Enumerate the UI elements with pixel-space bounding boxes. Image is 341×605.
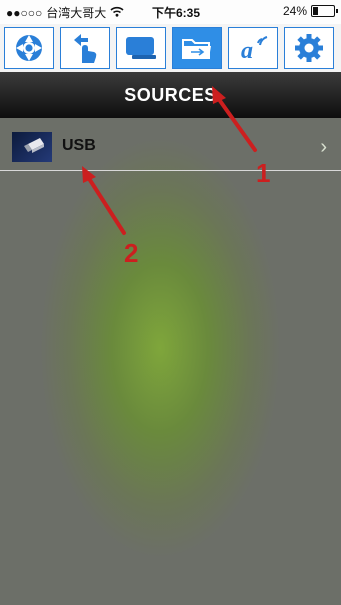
tab-sources[interactable] bbox=[172, 27, 222, 69]
sources-list: USB › bbox=[0, 118, 341, 605]
svg-text:a: a bbox=[241, 38, 253, 63]
source-label: USB bbox=[62, 137, 96, 154]
status-bar: ●●○○○ 台湾大哥大 下午6:35 24% bbox=[0, 0, 341, 24]
folder-usb-icon bbox=[182, 39, 211, 59]
tab-lifebuoy[interactable] bbox=[4, 27, 54, 69]
usb-thumbnail-icon bbox=[12, 132, 52, 162]
battery-percent: 24% bbox=[282, 4, 307, 18]
page-title: SOURCES bbox=[124, 85, 217, 105]
tab-screen[interactable] bbox=[116, 27, 166, 69]
signal-strength: ●●○○○ bbox=[6, 5, 43, 20]
header-bar: SOURCES bbox=[0, 72, 341, 118]
touch-icon bbox=[74, 34, 97, 63]
battery-icon bbox=[311, 5, 338, 17]
tab-wireless[interactable]: a bbox=[228, 27, 278, 69]
screen-icon bbox=[126, 37, 156, 59]
toolbar: a bbox=[0, 24, 341, 72]
wifi-icon bbox=[110, 6, 124, 20]
carrier-name: 台湾大哥大 bbox=[46, 6, 107, 20]
gear-icon bbox=[295, 34, 323, 62]
lifebuoy-icon bbox=[16, 35, 42, 61]
wireless-a-icon: a bbox=[241, 36, 268, 63]
chevron-right-icon: › bbox=[320, 136, 327, 158]
status-right: 24% bbox=[282, 4, 338, 18]
status-left: ●●○○○ 台湾大哥大 bbox=[6, 4, 124, 21]
tab-touch[interactable] bbox=[60, 27, 110, 69]
source-usb-row[interactable]: USB › bbox=[0, 126, 341, 171]
clock: 下午6:35 bbox=[152, 6, 201, 20]
tab-settings[interactable] bbox=[284, 27, 334, 69]
